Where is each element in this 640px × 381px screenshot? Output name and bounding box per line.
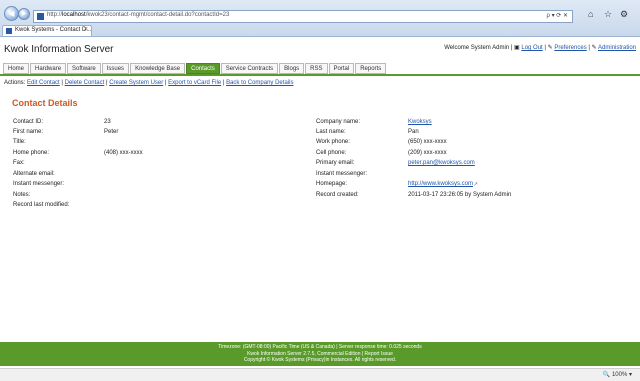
url-prefix: http:// (47, 12, 63, 18)
contact-id-value: 23 (104, 119, 111, 125)
company-name-label: Company name: (316, 119, 361, 125)
edit-contact-link[interactable]: Edit Contact (27, 80, 60, 86)
status-bar: 🔍 100% ▾ (0, 368, 640, 381)
administration-icon: ✎ (591, 45, 597, 51)
tab-title: Kwok Systems - Contact D... (15, 27, 92, 33)
menu-home[interactable]: Home (3, 63, 30, 74)
user-bar: Welcome System Admin | ▣ Log Out | ✎ Pre… (444, 45, 636, 51)
external-link-icon: ↗ (473, 182, 479, 188)
back-to-company-link[interactable]: Back to Company Details (226, 80, 293, 86)
address-tools[interactable]: ρ ▾ ⟳ ✕ (547, 12, 568, 19)
cell-phone-label: Cell phone: (316, 150, 347, 156)
record-last-modified-label: Record last modified: (13, 202, 70, 208)
menu-contacts[interactable]: Contacts (186, 63, 220, 74)
title-label: Title: (13, 139, 26, 145)
page-footer: Timezone: (GMT-08:00) Pacific Time (US &… (0, 342, 640, 366)
homepage-label: Homepage: (316, 181, 348, 187)
preferences-icon: ✎ (547, 45, 553, 51)
menu-divider (0, 74, 640, 76)
address-bar[interactable]: http://localhost/kwok23/contact-mgmt/con… (33, 10, 573, 23)
main-menu: Home Hardware Software Issues Knowledge … (3, 63, 387, 74)
address-url[interactable]: http://localhost/kwok23/contact-mgmt/con… (47, 12, 229, 18)
actions-bar: Actions: Edit Contact | Delete Contact |… (4, 80, 294, 86)
alternate-email-label: Alternate email: (13, 171, 55, 177)
menu-issues[interactable]: Issues (101, 63, 130, 74)
zoom-value: 100% (611, 372, 628, 378)
settings-gear-icon[interactable]: ⚙ (620, 9, 628, 20)
footer-line-1: Timezone: (GMT-08:00) Pacific Time (US &… (218, 344, 422, 350)
tab-close-icon[interactable]: × (84, 26, 88, 33)
menu-rss[interactable]: RSS (305, 63, 328, 74)
fax-label: Fax: (13, 160, 25, 166)
menu-software[interactable]: Software (67, 63, 101, 74)
work-phone-label: Work phone: (316, 139, 350, 145)
home-phone-value: (408) xxx-xxxx (104, 150, 143, 156)
menu-service-contracts[interactable]: Service Contracts (220, 63, 279, 74)
primary-email-label: Primary email: (316, 160, 355, 166)
menu-reports[interactable]: Reports (355, 63, 387, 74)
back-icon[interactable]: ◀ (4, 6, 19, 21)
delete-contact-link[interactable]: Delete Contact (65, 80, 105, 86)
page-title: Contact Details (12, 98, 78, 108)
create-system-user-link[interactable]: Create System User (109, 80, 163, 86)
forward-icon[interactable]: ▶ (18, 8, 30, 20)
last-name-label: Last name: (316, 129, 346, 135)
favorites-star-icon[interactable]: ☆ (604, 9, 612, 20)
first-name-label: First name: (13, 129, 44, 135)
url-host: localhost (62, 12, 86, 18)
zoom-level[interactable]: 🔍 100% ▾ (603, 371, 632, 378)
instant-messenger-label: Instant messenger: (13, 181, 65, 187)
tab-bar: Kwok Systems - Contact D... × (0, 24, 640, 36)
browser-chrome: ◀ ▶ http://localhost/kwok23/contact-mgmt… (0, 0, 640, 37)
record-created-label: Record created: (316, 192, 359, 198)
first-name-value: Peter (104, 129, 119, 135)
instant-messenger-right-label: Instant messenger: (316, 171, 368, 177)
actions-label: Actions: (4, 80, 26, 86)
site-favicon-icon (37, 13, 44, 20)
company-name-link[interactable]: Kwoksys (408, 119, 432, 125)
last-name-value: Pan (408, 129, 419, 135)
preferences-link[interactable]: Preferences (554, 45, 586, 51)
contact-id-label: Contact ID: (13, 119, 44, 125)
browser-tab[interactable]: Kwok Systems - Contact D... × (2, 25, 92, 36)
record-created-value: 2011-03-17 23:26:05 by System Admin (408, 192, 512, 198)
home-phone-label: Home phone: (13, 150, 50, 156)
footer-line-3: Copyright © Kwok Systems (Privacy)in Ins… (243, 357, 397, 363)
notes-label: Notes: (13, 192, 31, 198)
tab-favicon-icon (6, 28, 12, 34)
work-phone-value: (650) xxx-xxxx (408, 139, 447, 145)
welcome-text: Welcome System Admin | (444, 45, 513, 51)
site-title: Kwok Information Server (4, 44, 114, 55)
zoom-icon: 🔍 (602, 372, 611, 378)
homepage-link[interactable]: http://www.kwoksys.com (408, 181, 473, 187)
cell-phone-value: (209) xxx-xxxx (408, 150, 447, 156)
export-vcard-link[interactable]: Export to vCard File (168, 80, 221, 86)
url-path: /kwok23/contact-mgmt/contact-detail.do?c… (85, 12, 230, 18)
administration-link[interactable]: Administration (598, 45, 636, 51)
primary-email-link[interactable]: peter.pan@kwoksys.com (408, 160, 475, 166)
menu-portal[interactable]: Portal (328, 63, 355, 74)
menu-knowledge-base[interactable]: Knowledge Base (130, 63, 186, 74)
logout-link[interactable]: Log Out (521, 45, 542, 51)
menu-hardware[interactable]: Hardware (30, 63, 67, 74)
home-icon[interactable]: ⌂ (588, 9, 593, 19)
logout-icon: ▣ (514, 45, 520, 51)
menu-blogs[interactable]: Blogs (279, 63, 305, 74)
